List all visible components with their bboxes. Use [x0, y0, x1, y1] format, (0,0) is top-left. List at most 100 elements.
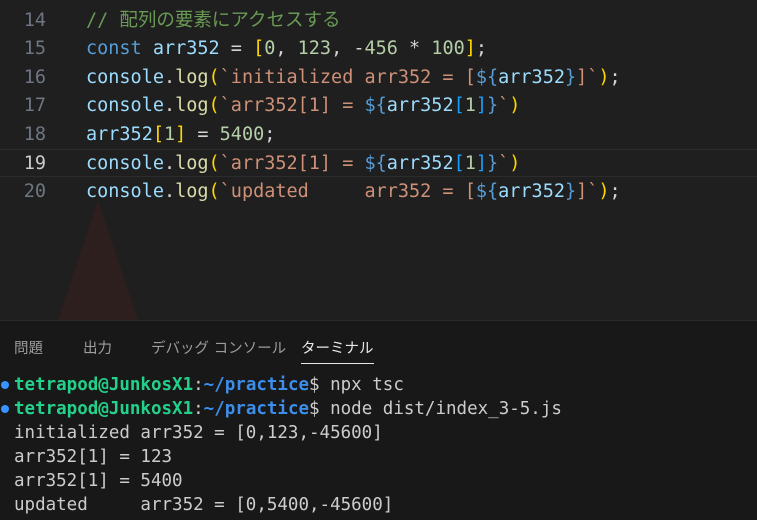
code-token: log: [175, 67, 209, 88]
code-token: (: [208, 95, 220, 116]
code-token: .: [163, 153, 176, 174]
code-editor[interactable]: 14 // 配列の要素にアクセスする 15 const arr352 = [0, 12…: [0, 0, 757, 320]
line-number: 19: [23, 153, 46, 174]
code-token: ;: [609, 181, 621, 202]
code-token: }: [564, 181, 577, 202]
code-token: const: [86, 38, 142, 59]
code-token: console: [86, 67, 164, 88]
code-token: ;: [609, 67, 621, 88]
code-token: 1: [464, 153, 476, 174]
code-token: log: [175, 153, 209, 174]
code-token: `: [498, 153, 510, 174]
code-line[interactable]: 16 console.log(`initialized arr352 = [${a…: [0, 64, 757, 92]
output-text: arr352[1] = 5400: [14, 471, 183, 491]
code-token: ${: [475, 67, 499, 88]
code-token: console: [86, 153, 164, 174]
code-token: 5400: [219, 124, 265, 145]
line-number: 15: [23, 38, 46, 59]
code-token: ;: [475, 38, 488, 59]
code-text: arr352[1] = 5400;: [86, 121, 275, 149]
line-number: 17: [23, 95, 46, 116]
terminal-output-line: updated arr352 = [0,5400,-45600]: [14, 493, 393, 517]
code-token: 0: [264, 38, 276, 59]
code-token: }: [487, 95, 499, 116]
bottom-panel: 問題 出力 デバッグ コンソール ターミナル tetrapod@JunkosX1…: [0, 320, 757, 520]
code-token: .: [163, 95, 176, 116]
code-token: ]`: [576, 181, 599, 202]
line-number: 16: [23, 67, 46, 88]
code-line[interactable]: 18 arr352[1] = 5400;: [0, 121, 757, 149]
code-token: =: [186, 124, 220, 145]
prompt-sign: $: [309, 399, 320, 419]
code-token: [: [253, 38, 265, 59]
code-token: ${: [475, 181, 499, 202]
code-token: arr352: [386, 153, 454, 174]
code-token: `updated arr352 = [: [219, 181, 476, 202]
tab-terminal[interactable]: ターミナル: [301, 337, 374, 364]
code-token: ]`: [576, 67, 599, 88]
code-token: ): [598, 181, 610, 202]
code-token: ${: [364, 95, 387, 116]
code-token: ]: [175, 124, 187, 145]
tab-debug-console[interactable]: デバッグ コンソール: [151, 337, 286, 363]
code-line[interactable]: 20 console.log(`updated arr352 = [${arr35…: [0, 178, 757, 206]
prompt-sign: $: [309, 375, 320, 395]
code-token: `arr352[1] =: [219, 95, 365, 116]
line-number: 20: [23, 181, 46, 202]
code-token: ]: [464, 38, 476, 59]
code-token: (: [208, 67, 220, 88]
command-text: npx tsc: [319, 375, 404, 395]
code-line[interactable]: 19 console.log(`arr352[1] = ${arr352[1]}`…: [0, 149, 757, 177]
code-line[interactable]: 14 // 配列の要素にアクセスする: [0, 7, 757, 35]
code-text: console.log(`arr352[1] = ${arr352[1]}`): [86, 92, 520, 120]
code-token: arr352: [498, 67, 565, 88]
code-token: }: [564, 67, 577, 88]
code-token: 1: [464, 95, 476, 116]
output-text: arr352[1] = 123: [14, 447, 173, 467]
prompt-path: ~/practice: [203, 375, 310, 395]
code-token: .: [163, 181, 176, 202]
prompt-user: tetrapod@JunkosX1: [14, 375, 194, 395]
terminal-output-line: arr352[1] = 123: [14, 445, 172, 469]
code-text: const arr352 = [0, 123, -456 * 100];: [86, 35, 487, 63]
code-token: (: [208, 181, 220, 202]
prompt-path: ~/practice: [203, 399, 310, 419]
code-token: 1: [163, 124, 176, 145]
code-token: arr352: [86, 124, 153, 145]
code-token: =: [219, 38, 254, 59]
terminal-command-line: tetrapod@JunkosX1:~/practice$ npx tsc: [1, 373, 404, 397]
code-token: ): [509, 153, 521, 174]
terminal-output-line: initialized arr352 = [0,123,-45600]: [14, 421, 383, 445]
prompt-user: tetrapod@JunkosX1: [14, 399, 194, 419]
code-token: log: [175, 95, 209, 116]
code-token: `: [498, 95, 510, 116]
code-token: [: [453, 153, 465, 174]
code-line[interactable]: 15 const arr352 = [0, 123, -456 * 100];: [0, 35, 757, 63]
code-token: arr352: [386, 95, 454, 116]
code-text: // 配列の要素にアクセスする: [86, 7, 341, 35]
prompt-separator: :: [193, 399, 204, 419]
tab-output[interactable]: 出力: [83, 337, 112, 363]
code-token: -: [353, 38, 365, 59]
code-text: console.log(`arr352[1] = ${arr352[1]}`): [86, 150, 520, 178]
command-decoration-icon[interactable]: [1, 381, 9, 389]
code-token: 456: [364, 38, 398, 59]
line-number: 18: [23, 124, 46, 145]
background-watermark: [58, 200, 138, 320]
code-line[interactable]: 17 console.log(`arr352[1] = ${arr352[1]}`…: [0, 92, 757, 120]
code-token: `initialized arr352 = [: [219, 67, 476, 88]
code-token: ): [509, 95, 521, 116]
line-number: 14: [23, 10, 46, 31]
code-token: [: [152, 124, 164, 145]
code-token: console: [86, 181, 164, 202]
terminal-command-line: tetrapod@JunkosX1:~/practice$ node dist/…: [1, 397, 562, 421]
code-text: console.log(`initialized arr352 = [${arr…: [86, 64, 621, 92]
code-token: ]: [475, 95, 487, 116]
code-token: }: [487, 153, 499, 174]
command-decoration-icon[interactable]: [1, 405, 9, 413]
tab-problems[interactable]: 問題: [14, 337, 43, 363]
terminal-output-line: arr352[1] = 5400: [14, 469, 183, 493]
output-text: updated arr352 = [0,5400,-45600]: [14, 495, 394, 515]
code-token: console: [86, 95, 164, 116]
